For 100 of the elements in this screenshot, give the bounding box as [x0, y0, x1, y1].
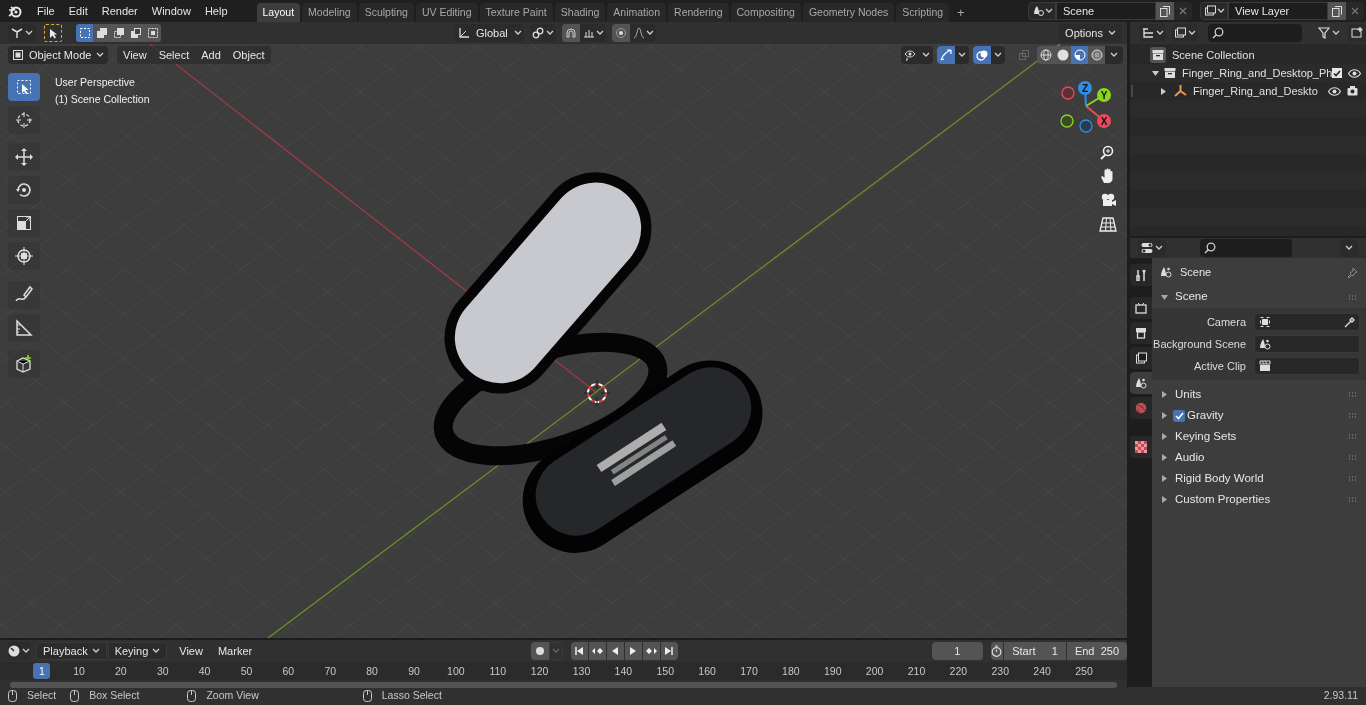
filter-dropdown[interactable] [1316, 24, 1342, 42]
playback-button[interactable] [643, 642, 661, 660]
drag-handle-icon[interactable] [1348, 294, 1358, 300]
properties-tab[interactable] [1130, 347, 1152, 369]
shading-mode-button[interactable] [1054, 46, 1071, 64]
object-field[interactable] [1254, 335, 1360, 353]
menu-button[interactable]: View [172, 642, 210, 660]
object-field[interactable] [1254, 357, 1360, 375]
panel-header[interactable]: Scene [1152, 286, 1366, 308]
close-button[interactable] [1346, 2, 1364, 20]
playback-button[interactable] [589, 642, 607, 660]
workspace-tab[interactable]: Rendering [668, 3, 729, 22]
playhead-frame-marker[interactable]: 1 [33, 663, 51, 679]
tool-button[interactable] [8, 176, 40, 204]
properties-tab[interactable] [1130, 372, 1152, 394]
outliner-item[interactable]: Scene Collection [1172, 46, 1255, 64]
drag-handle-icon[interactable] [1348, 497, 1358, 502]
panel-header[interactable]: Audio [1152, 447, 1366, 468]
outliner-item[interactable]: Finger_Ring_and_Deskto [1193, 82, 1318, 100]
checkbox[interactable] [1173, 409, 1185, 422]
selection-mode-button[interactable] [144, 24, 161, 42]
new-collection-button[interactable] [1348, 24, 1366, 42]
drag-handle-icon[interactable] [1348, 413, 1358, 418]
tool-button[interactable] [8, 281, 40, 309]
properties-tab[interactable] [1130, 436, 1152, 458]
object-mode-dropdown[interactable]: Object Mode [8, 46, 108, 64]
menu-item[interactable]: Render [94, 2, 145, 20]
editor-type-dropdown[interactable] [8, 642, 30, 660]
workspace-tab[interactable]: Sculpting [358, 3, 414, 22]
shading-mode-button[interactable] [1088, 46, 1105, 64]
view-layer-dropdown[interactable] [1172, 24, 1198, 42]
orientation-dropdown[interactable]: Global [454, 24, 524, 42]
copy-button[interactable] [1328, 2, 1346, 20]
tool-button[interactable] [8, 242, 40, 270]
scene-dropdown[interactable] [1028, 2, 1056, 20]
workspace-tab[interactable]: Scripting [896, 3, 950, 22]
gizmo-dropdown[interactable] [937, 46, 969, 64]
playback-button[interactable] [625, 642, 643, 660]
axis-handle[interactable]: Y [1097, 88, 1111, 102]
drag-handle-icon[interactable] [1348, 434, 1358, 439]
snap-toggle[interactable] [562, 24, 580, 42]
axis-handle[interactable] [1079, 119, 1093, 133]
menu-button[interactable]: Add [195, 46, 227, 64]
panel-header[interactable]: Rigid Body World [1152, 468, 1366, 489]
eyedropper-icon[interactable] [1344, 316, 1355, 328]
options-dropdown[interactable] [1340, 239, 1358, 257]
pivot-dropdown[interactable] [530, 24, 556, 42]
menu-item[interactable]: Help [197, 2, 235, 20]
exclude-checkbox[interactable] [1332, 68, 1343, 78]
blender-logo-icon[interactable] [8, 4, 22, 18]
start-frame-field[interactable]: Start 1 [1004, 642, 1066, 660]
record-button[interactable] [531, 642, 550, 660]
snap-target-dropdown[interactable] [580, 24, 606, 42]
menu-item[interactable]: Window [144, 2, 198, 20]
panel-header[interactable]: Gravity [1152, 405, 1366, 426]
playback-button[interactable] [607, 642, 625, 660]
shading-options-dropdown[interactable] [1105, 46, 1123, 64]
falloff-dropdown[interactable] [630, 24, 656, 42]
view-layer-dropdown[interactable] [1200, 2, 1228, 20]
shading-mode-button[interactable] [1071, 46, 1088, 64]
current-frame-field[interactable]: 1 [932, 642, 983, 660]
menu-button[interactable]: View [117, 46, 153, 64]
overlays-dropdown[interactable] [973, 46, 1005, 64]
workspace-tab[interactable]: Animation [607, 3, 667, 22]
view-layer-field[interactable]: View Layer [1228, 2, 1328, 20]
eye-icon[interactable] [1348, 68, 1362, 78]
workspace-tab[interactable]: Texture Paint [479, 3, 553, 22]
tool-button[interactable] [8, 143, 40, 171]
tool-button[interactable] [8, 209, 40, 237]
add-workspace-button[interactable]: + [951, 3, 971, 22]
pin-icon[interactable] [1347, 266, 1358, 278]
drag-handle-icon[interactable] [1348, 455, 1358, 460]
editor-type-dropdown[interactable] [8, 24, 36, 42]
drag-handle-icon[interactable] [1348, 392, 1358, 397]
menu-button[interactable]: Object [226, 46, 271, 64]
timeline-scrollbar[interactable] [10, 682, 1117, 688]
axis-handle[interactable] [1061, 86, 1075, 100]
search-field[interactable] [1200, 239, 1292, 257]
menu-dropdown[interactable]: Keying [107, 642, 168, 660]
workspace-tab[interactable]: Geometry Nodes [802, 3, 895, 22]
panel-header[interactable]: Custom Properties [1152, 489, 1366, 510]
tool-button[interactable] [8, 73, 40, 101]
axis-handle[interactable]: X [1097, 114, 1111, 128]
scene-field[interactable]: Scene [1056, 2, 1156, 20]
options-dropdown[interactable]: Options [1059, 24, 1122, 42]
playback-button[interactable] [571, 642, 589, 660]
playback-button[interactable] [661, 642, 679, 660]
outliner-item[interactable]: Finger_Ring_and_Desktop_Ph [1182, 64, 1333, 82]
tool-button[interactable] [8, 106, 40, 134]
copy-button[interactable] [1156, 2, 1174, 20]
workspace-tab[interactable]: Modeling [302, 3, 357, 22]
panel-header[interactable]: Units [1152, 384, 1366, 405]
tool-button[interactable] [8, 350, 40, 378]
shading-mode-button[interactable] [1037, 46, 1054, 64]
menu-button[interactable]: Marker [210, 642, 260, 660]
end-frame-field[interactable]: End 250 [1066, 642, 1127, 660]
select-tool-button[interactable] [44, 24, 62, 42]
search-field[interactable] [1208, 24, 1302, 42]
workspace-tab[interactable]: Layout [256, 3, 301, 22]
panel-header[interactable]: Keying Sets [1152, 426, 1366, 447]
